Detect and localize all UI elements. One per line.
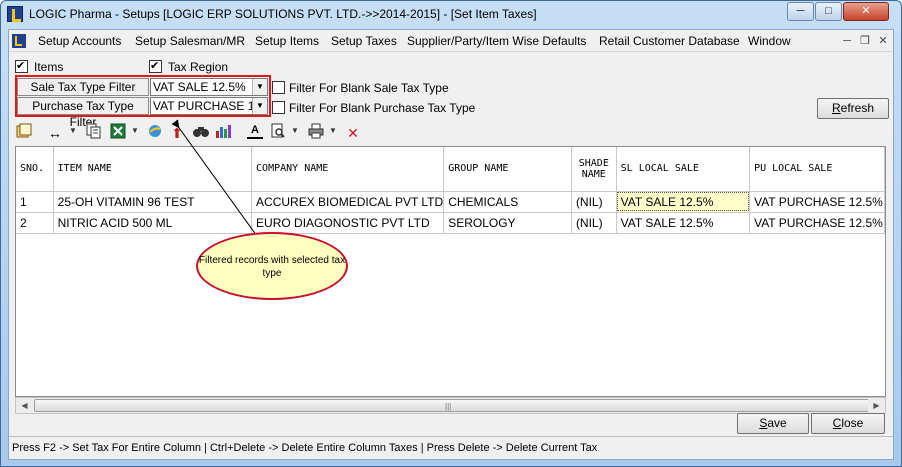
mdi-close-button[interactable]: ✕ xyxy=(875,34,891,49)
menu-retail-customer-database[interactable]: Retail Customer Database xyxy=(599,34,740,48)
status-bar: Press F2 -> Set Tax For Entire Column | … xyxy=(9,436,893,459)
close-window-button[interactable]: ✕ xyxy=(843,2,889,21)
app-window: LOGIC Pharma - Setups [LOGIC ERP SOLUTIO… xyxy=(0,0,902,467)
table-row[interactable]: 1 25-OH VITAMIN 96 TEST ACCUREX BIOMEDIC… xyxy=(16,191,885,213)
close-label: lose xyxy=(841,416,864,430)
purchase-tax-filter-combo[interactable]: VAT PURCHASE 12 ▼ xyxy=(150,97,268,115)
tax-region-label: Tax Region xyxy=(168,60,229,74)
horizontal-scrollbar[interactable]: ◀ ||| ▶ xyxy=(15,397,886,414)
cell-group-name[interactable]: SEROLOGY xyxy=(443,212,572,234)
column-header-sno[interactable]: SNO. xyxy=(16,147,54,192)
chevron-down-icon[interactable]: ▼ xyxy=(291,126,299,135)
chevron-down-icon[interactable]: ▼ xyxy=(69,126,77,135)
upload-icon[interactable]: ⬆ xyxy=(169,123,185,143)
sale-tax-filter-value: VAT SALE 12.5% xyxy=(153,80,246,94)
cell-shade-name[interactable]: (NIL) xyxy=(571,212,617,234)
save-label: ave xyxy=(767,416,787,430)
table-row[interactable]: 2 NITRIC ACID 500 ML EURO DIAGONOSTIC PV… xyxy=(16,212,885,234)
cell-company-name[interactable]: EURO DIAGONOSTIC PVT LTD xyxy=(251,212,445,234)
menu-setup-accounts[interactable]: Setup Accounts xyxy=(38,34,121,48)
scroll-left-icon[interactable]: ◀ xyxy=(16,398,33,413)
menu-setup-items[interactable]: Setup Items xyxy=(255,34,319,48)
column-header-item-name[interactable]: ITEM NAME xyxy=(53,147,253,192)
cell-sl-local-sale[interactable]: VAT SALE 12.5% xyxy=(616,191,751,213)
scroll-right-icon[interactable]: ▶ xyxy=(868,398,885,413)
chevron-down-icon[interactable]: ▼ xyxy=(252,79,267,95)
grip-icon: ||| xyxy=(445,402,452,411)
cell-sl-local-sale[interactable]: VAT SALE 12.5% xyxy=(616,212,751,234)
column-header-pu-local-sale[interactable]: PU LOCAL SALE xyxy=(749,147,885,192)
refresh-button[interactable]: Refresh xyxy=(817,98,889,119)
blank-sale-tax-checkbox[interactable] xyxy=(272,81,285,94)
column-width-icon[interactable]: ↔ xyxy=(45,123,65,143)
mdi-child-icon[interactable] xyxy=(12,34,26,48)
minimize-button[interactable]: ─ xyxy=(787,2,814,21)
copy-icon[interactable] xyxy=(85,123,103,143)
cell-item-name[interactable]: 25-OH VITAMIN 96 TEST xyxy=(53,191,253,213)
purchase-tax-filter-label: Purchase Tax Type Filter xyxy=(17,97,149,129)
browser-icon[interactable] xyxy=(146,123,164,143)
column-header-shade-name[interactable]: SHADE NAME xyxy=(571,147,617,192)
grid-toolbar: ↔ ▼ ▼ ⬆ A ▼ ▼ ✕ xyxy=(9,122,893,144)
cell-item-name[interactable]: NITRIC ACID 500 ML xyxy=(53,212,253,234)
maximize-button[interactable]: □ xyxy=(815,2,842,21)
items-label: Items xyxy=(34,60,64,74)
chevron-down-icon[interactable]: ▼ xyxy=(131,126,139,135)
delete-icon[interactable]: ✕ xyxy=(345,123,361,143)
purchase-tax-filter-value: VAT PURCHASE 12 xyxy=(153,99,262,113)
app-logo-icon xyxy=(7,6,23,22)
cell-company-name[interactable]: ACCUREX BIOMEDICAL PVT LTD xyxy=(251,191,445,213)
item-tax-table: SNO. ITEM NAME COMPANY NAME GROUP NAME S… xyxy=(16,147,885,234)
blank-purchase-tax-label: Filter For Blank Purchase Tax Type xyxy=(289,101,476,115)
refresh-accesskey: R xyxy=(831,101,841,115)
save-button[interactable]: Save xyxy=(737,413,809,434)
refresh-label: efresh xyxy=(840,101,875,115)
column-header-group-name[interactable]: GROUP NAME xyxy=(443,147,572,192)
column-header-company-name[interactable]: COMPANY NAME xyxy=(251,147,445,192)
cell-pu-local-sale[interactable]: VAT PURCHASE 12.5% xyxy=(749,212,885,234)
title-bar[interactable]: LOGIC Pharma - Setups [LOGIC ERP SOLUTIO… xyxy=(1,1,901,29)
cell-pu-local-sale[interactable]: VAT PURCHASE 12.5% xyxy=(749,191,885,213)
menu-supplier-party-defaults[interactable]: Supplier/Party/Item Wise Defaults xyxy=(407,34,586,48)
cell-shade-name[interactable]: (NIL) xyxy=(571,191,617,213)
tax-region-checkbox[interactable] xyxy=(149,59,162,73)
mdi-restore-button[interactable]: ❐ xyxy=(857,34,873,49)
menu-setup-taxes[interactable]: Setup Taxes xyxy=(331,34,397,48)
item-tax-grid[interactable]: SNO. ITEM NAME COMPANY NAME GROUP NAME S… xyxy=(15,146,886,397)
cell-group-name[interactable]: CHEMICALS xyxy=(443,191,572,213)
menu-setup-salesman[interactable]: Setup Salesman/MR xyxy=(135,34,245,48)
find-icon[interactable] xyxy=(191,123,211,143)
chevron-down-icon[interactable]: ▼ xyxy=(329,126,337,135)
column-header-sl-local-sale[interactable]: SL LOCAL SALE xyxy=(616,147,751,192)
items-checkbox[interactable] xyxy=(15,59,28,73)
cell-sno[interactable]: 2 xyxy=(16,212,54,234)
blank-purchase-tax-checkbox[interactable] xyxy=(272,101,285,114)
cell-sno[interactable]: 1 xyxy=(16,191,54,213)
chart-icon[interactable] xyxy=(213,123,233,143)
mdi-minimize-button[interactable]: ─ xyxy=(839,34,855,49)
sale-tax-filter-label: Sale Tax Type Filter xyxy=(17,78,149,96)
blank-sale-tax-label: Filter For Blank Sale Tax Type xyxy=(289,81,449,95)
table-header-row: SNO. ITEM NAME COMPANY NAME GROUP NAME S… xyxy=(16,147,885,192)
menu-window[interactable]: Window xyxy=(748,34,791,48)
menu-bar: Setup Accounts Setup Salesman/MR Setup I… xyxy=(9,30,893,52)
font-icon[interactable]: A xyxy=(247,123,263,139)
chevron-down-icon[interactable]: ▼ xyxy=(252,98,267,114)
save-layout-icon[interactable] xyxy=(15,123,33,143)
close-button[interactable]: Close xyxy=(811,413,885,434)
excel-icon[interactable] xyxy=(109,123,127,143)
set-item-taxes-form: Setup Accounts Setup Salesman/MR Setup I… xyxy=(8,29,894,460)
scrollbar-thumb[interactable]: ||| xyxy=(34,399,871,412)
print-icon[interactable] xyxy=(307,123,325,143)
annotation-callout: Filtered records with selected tax type xyxy=(196,232,348,300)
print-preview-icon[interactable] xyxy=(269,123,287,143)
sale-tax-filter-combo[interactable]: VAT SALE 12.5% ▼ xyxy=(150,78,268,96)
window-title: LOGIC Pharma - Setups [LOGIC ERP SOLUTIO… xyxy=(29,7,537,21)
